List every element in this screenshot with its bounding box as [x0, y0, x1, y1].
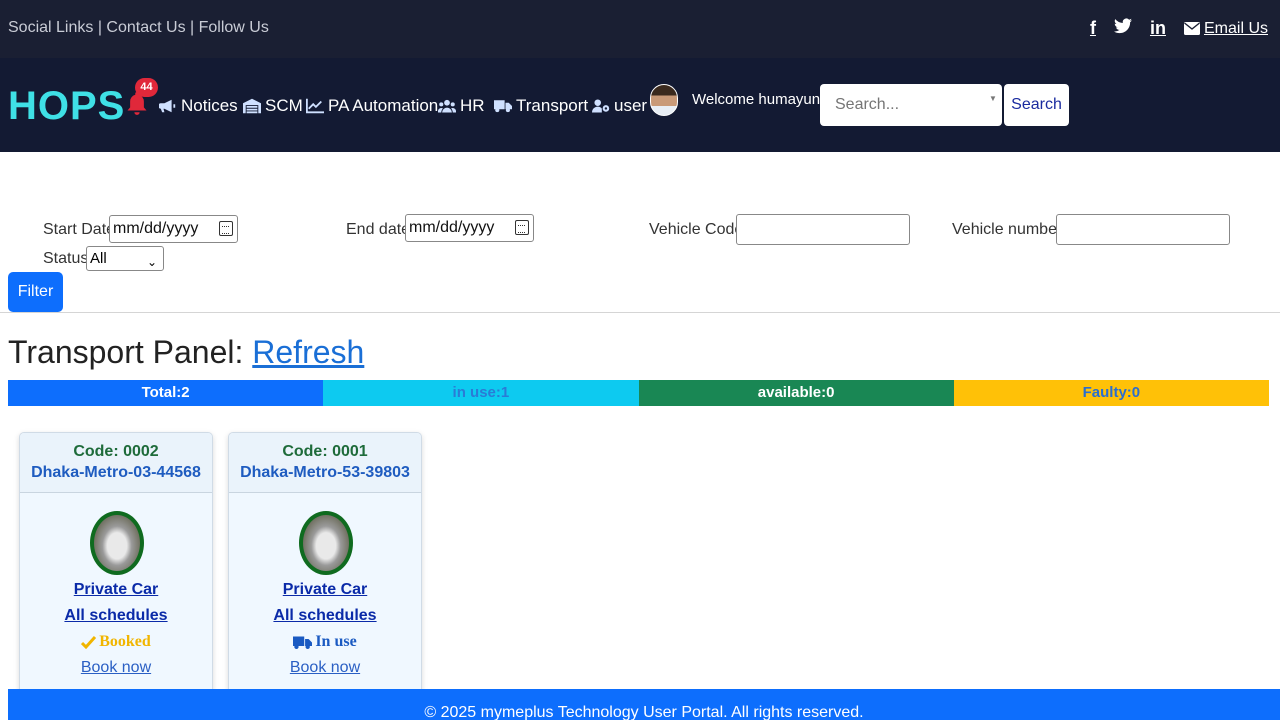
warehouse-icon — [243, 98, 261, 114]
stat-total: Total:2 — [8, 380, 324, 406]
notification-badge: 44 — [135, 78, 158, 97]
main-navbar: HOPS 44 Notices SCM PA Automation HR Tra… — [0, 58, 1280, 152]
facebook-icon[interactable]: f — [1090, 18, 1096, 39]
stat-in-use: in use:1 — [323, 380, 639, 406]
vehicle-card-header: Code: 0001 Dhaka-Metro-53-39803 — [229, 433, 421, 493]
vehicle-card: Code: 0001 Dhaka-Metro-53-39803 Private … — [228, 432, 422, 702]
vehicle-status: Booked — [20, 633, 212, 651]
truck-icon — [293, 635, 313, 649]
nav-hr-label: HR — [460, 96, 485, 115]
nav-pa-automation-label: PA Automation — [328, 96, 439, 115]
search-dropdown-icon[interactable]: ▼ — [989, 94, 997, 103]
nav-user-label: user — [614, 96, 648, 115]
nav-scm-label: SCM — [265, 96, 303, 115]
vehicle-number-label: Vehicle number: — [952, 221, 1067, 238]
nav-scm[interactable]: SCM — [243, 96, 303, 116]
nav-pa-automation[interactable]: PA Automation — [306, 96, 438, 116]
follow-us-link[interactable]: Follow Us — [199, 19, 269, 36]
nav-notices-label: Notices — [181, 96, 238, 115]
contact-us-link[interactable]: Contact Us — [106, 19, 185, 36]
end-date-value: mm/dd/yyyy — [409, 219, 495, 236]
book-now-link[interactable]: Book now — [20, 659, 212, 677]
nav-hr[interactable]: HR — [438, 96, 485, 116]
footer: © 2025 mymeplus Technology User Portal. … — [8, 689, 1280, 720]
stat-available: available:0 — [638, 380, 954, 406]
calendar-icon[interactable] — [219, 221, 233, 236]
top-links: Social Links | Contact Us | Follow Us — [8, 19, 269, 36]
truck-icon — [494, 100, 512, 113]
nav-user[interactable]: user — [592, 96, 647, 116]
search-input[interactable] — [820, 84, 1002, 126]
vehicle-code-input[interactable] — [736, 214, 910, 245]
social-links-link[interactable]: Social Links — [8, 19, 93, 36]
calendar-icon[interactable] — [515, 220, 529, 235]
stats-bar: Total:2 in use:1 available:0 Faulty:0 — [8, 380, 1269, 406]
vehicle-status-label: Booked — [99, 633, 151, 650]
page-title: Transport Panel: Refresh — [8, 334, 364, 371]
vehicle-code-label: Vehicle Code: — [649, 221, 748, 238]
filter-button[interactable]: Filter — [8, 272, 63, 312]
vehicle-code: Code: 0002 — [73, 443, 159, 460]
vehicle-number-input[interactable] — [1056, 214, 1230, 245]
twitter-icon[interactable] — [1113, 18, 1132, 39]
email-us-label: Email Us — [1203, 19, 1268, 37]
chevron-down-icon: ⌄ — [146, 255, 157, 269]
vehicle-image — [299, 511, 353, 575]
nav-transport-label: Transport — [516, 96, 589, 115]
status-select[interactable]: All ⌄ — [86, 246, 164, 271]
vehicle-card: Code: 0002 Dhaka-Metro-03-44568 Private … — [19, 432, 213, 702]
end-date-input[interactable]: mm/dd/yyyy — [405, 214, 534, 242]
all-schedules-link[interactable]: All schedules — [20, 607, 212, 625]
vehicle-status-label: In use — [315, 633, 357, 650]
welcome-text: Welcome humayun — [692, 91, 821, 108]
search-button[interactable]: Search — [1004, 84, 1069, 126]
stat-faulty: Faulty:0 — [953, 380, 1269, 406]
user-gear-icon — [592, 99, 610, 113]
linkedin-icon[interactable]: in — [1150, 18, 1166, 39]
vehicle-image — [90, 511, 144, 575]
vehicle-status: In use — [229, 633, 421, 651]
refresh-link[interactable]: Refresh — [252, 334, 364, 370]
page-title-text: Transport Panel: — [8, 334, 253, 370]
start-date-input[interactable]: mm/dd/yyyy — [109, 215, 238, 243]
vehicle-plate: Dhaka-Metro-53-39803 — [240, 464, 410, 481]
start-date-value: mm/dd/yyyy — [113, 220, 199, 237]
email-us-link[interactable]: Email Us — [1183, 19, 1268, 38]
start-date-label: Start Date: — [43, 221, 120, 238]
chart-line-icon — [306, 98, 324, 114]
avatar[interactable] — [650, 84, 678, 116]
all-schedules-link[interactable]: All schedules — [229, 607, 421, 625]
status-select-value: All — [90, 250, 107, 267]
nav-transport[interactable]: Transport — [494, 96, 588, 116]
social-icons: f in Email Us — [1090, 18, 1268, 39]
vehicle-card-header: Code: 0002 Dhaka-Metro-03-44568 — [20, 433, 212, 493]
logo[interactable]: HOPS — [8, 84, 125, 129]
vehicle-code: Code: 0001 — [282, 443, 368, 460]
divider — [0, 312, 1280, 313]
megaphone-icon — [159, 99, 176, 113]
top-bar: Social Links | Contact Us | Follow Us f … — [0, 0, 1280, 58]
book-now-link[interactable]: Book now — [229, 659, 421, 677]
vehicle-type-link[interactable]: Private Car — [229, 581, 421, 599]
vehicle-plate: Dhaka-Metro-03-44568 — [31, 464, 201, 481]
check-icon — [81, 635, 97, 649]
envelope-icon — [1183, 22, 1200, 35]
vehicle-type-link[interactable]: Private Car — [20, 581, 212, 599]
users-icon — [438, 99, 456, 113]
nav-notices[interactable]: Notices — [159, 96, 238, 116]
